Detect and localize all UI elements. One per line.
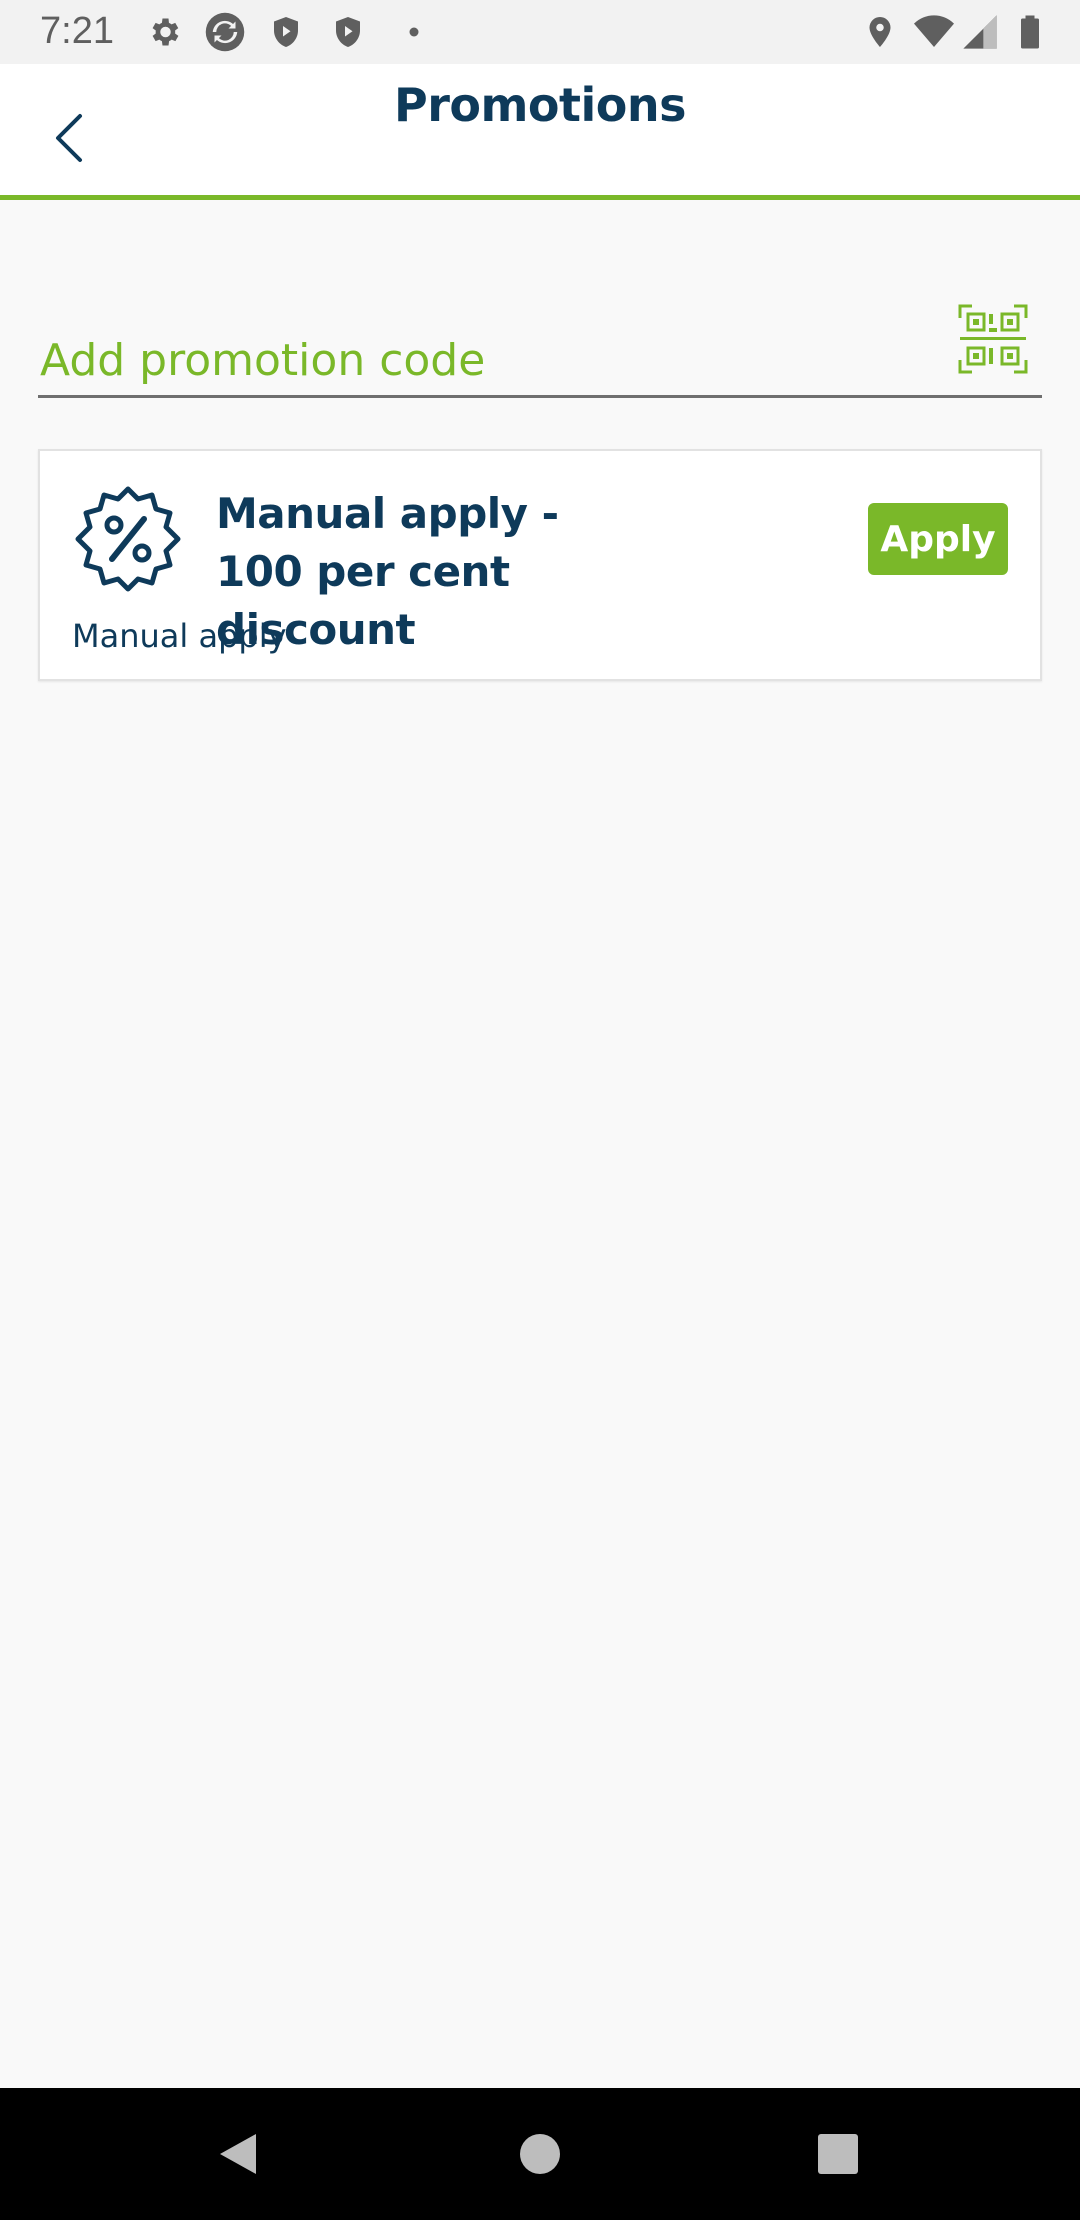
apply-button[interactable]: Apply [868, 503, 1008, 575]
status-time: 7:21 [40, 10, 114, 52]
qr-code-scan-icon [958, 304, 1028, 374]
status-bar: 7:21 [0, 0, 1080, 64]
qr-scan-button[interactable] [958, 304, 1028, 374]
page-title: Promotions [393, 78, 687, 132]
percent-badge-icon [75, 486, 181, 592]
nav-recents-icon[interactable] [810, 2126, 866, 2182]
promo-code-input[interactable] [40, 330, 940, 390]
promotion-subtitle: Manual apply [72, 617, 287, 655]
settings-icon [152, 18, 179, 46]
system-navigation-bar [0, 2088, 1080, 2220]
notification-dot-icon [409, 27, 419, 37]
location-icon [869, 17, 891, 47]
shield-play-icon [274, 17, 298, 47]
nav-home-icon[interactable] [512, 2126, 568, 2182]
nav-back-icon[interactable] [212, 2126, 268, 2182]
promo-code-field [38, 290, 1042, 398]
promotion-card: Manual apply - 100 per cent discount Man… [38, 449, 1042, 681]
cellular-signal-icon [963, 15, 997, 49]
app-bar: Promotions [0, 64, 1080, 200]
wifi-icon [914, 15, 954, 47]
battery-icon [1021, 15, 1039, 49]
sync-icon [205, 12, 245, 52]
shield-play-icon [336, 17, 360, 47]
